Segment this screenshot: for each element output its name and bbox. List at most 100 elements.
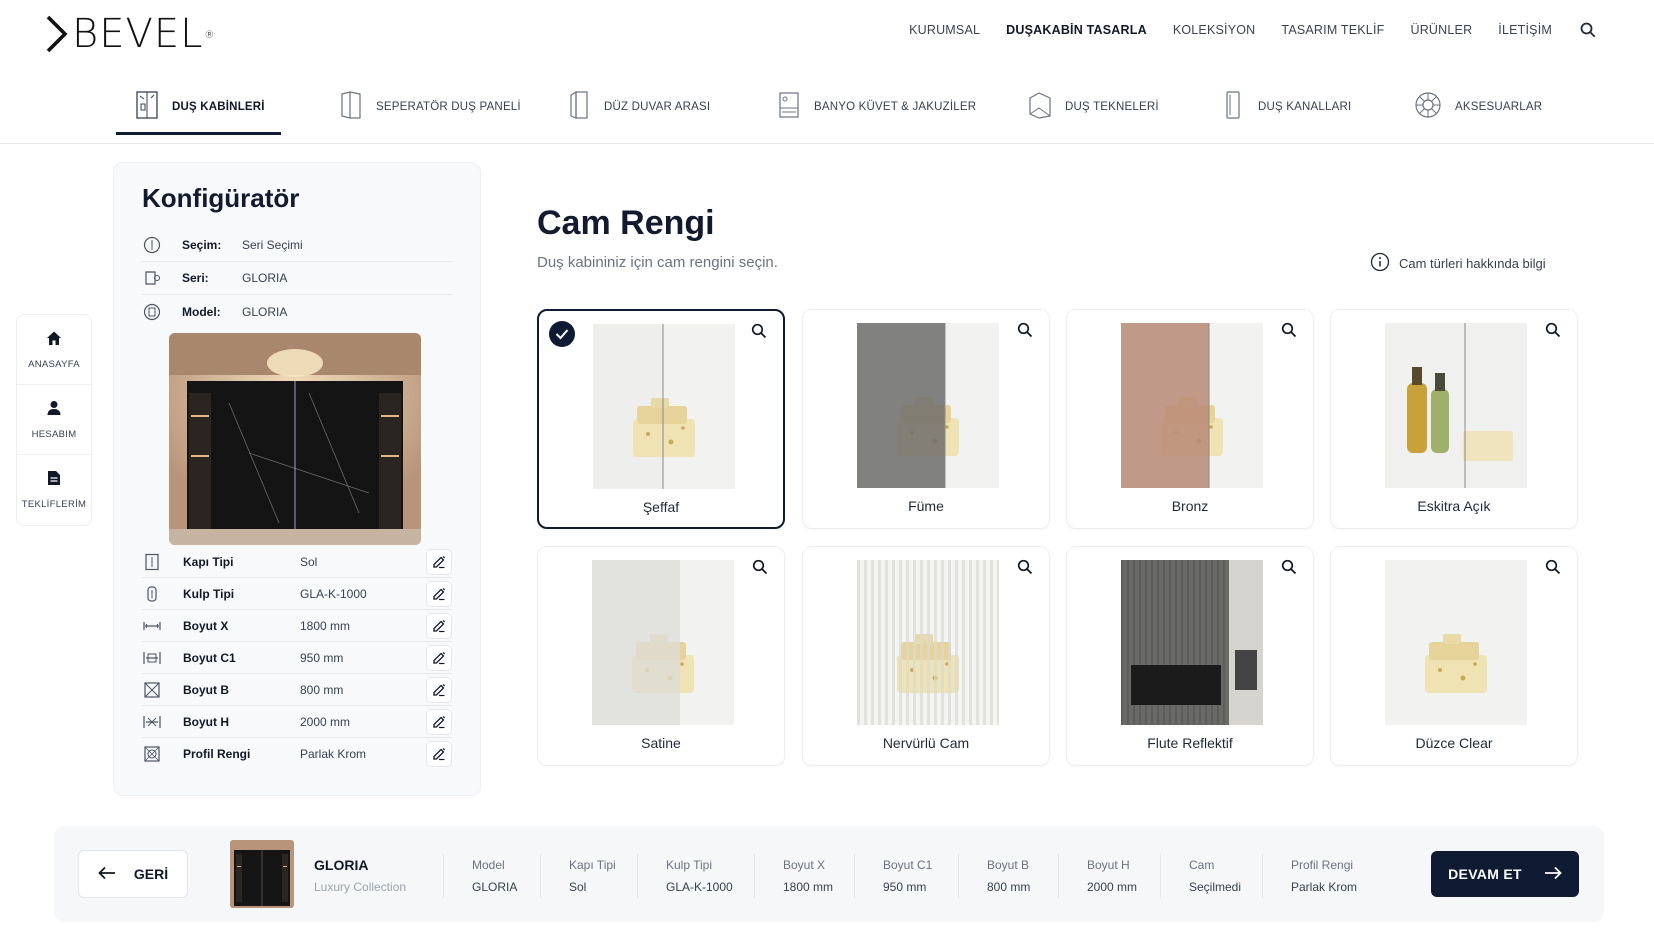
zoom-icon[interactable] (1545, 559, 1563, 577)
top-navigation: KURUMSAL DUŞAKABİN TASARLA KOLEKSİYON TA… (909, 20, 1598, 40)
dimension-x-icon (142, 616, 162, 636)
glass-preview-image (1385, 560, 1527, 725)
edit-boyut-x-button[interactable] (426, 612, 452, 639)
zoom-icon[interactable] (751, 323, 769, 341)
check-icon (549, 321, 575, 347)
summary-item: Boyut B 800 mm (958, 854, 1030, 898)
category-banyo-kuvet[interactable]: BANYO KÜVET & JAKUZİLER (776, 78, 976, 136)
series-icon (142, 268, 162, 288)
edit-boyut-b-button[interactable] (426, 676, 452, 703)
edit-icon (433, 683, 445, 696)
glass-option-label: Flute Reflektif (1147, 735, 1233, 751)
category-seperator-dus-paneli[interactable]: SEPERATÖR DUŞ PANELİ (338, 78, 521, 136)
summary-bar: GERİ GLORIA Luxury Collection Model GLORI… (54, 826, 1604, 922)
rail-hesabim[interactable]: HESABIM (17, 385, 91, 455)
edit-profil-rengi-button[interactable] (426, 741, 452, 767)
wall-niche-icon (566, 90, 592, 125)
zoom-icon[interactable] (1281, 322, 1299, 340)
edit-kulp-tipi-button[interactable] (426, 580, 452, 607)
nav-urunler[interactable]: ÜRÜNLER (1410, 23, 1472, 37)
logo-chevron-icon (46, 15, 68, 53)
configurator-title: Konfigüratör (142, 183, 300, 213)
info-row-secim: Seçim: Seri Seçimi (142, 229, 452, 262)
home-icon (46, 330, 62, 351)
door-type-icon (142, 552, 162, 572)
glass-option-satine[interactable]: Satine (537, 546, 785, 766)
glass-option-nervurlu-cam[interactable]: Nervürlü Cam (802, 546, 1050, 766)
spec-row-kapi-tipi: Kapı Tipi Sol (142, 546, 452, 578)
summary-item: Profil Rengi Parlak Krom (1262, 854, 1357, 898)
edit-boyut-h-button[interactable] (426, 708, 452, 735)
rail-anasayfa[interactable]: ANASAYFA (17, 315, 91, 385)
glass-option-label: Düzce Clear (1415, 735, 1493, 751)
zoom-icon[interactable] (1017, 559, 1035, 577)
bevel-logo[interactable]: BEVEL® (46, 14, 215, 54)
glass-preview-image (857, 560, 999, 725)
nav-tasarim-teklif[interactable]: TASARIM TEKLİF (1281, 23, 1384, 37)
bathtub-icon (776, 90, 802, 125)
series-subtitle: Luxury Collection (314, 880, 407, 894)
glass-option-fume[interactable]: Füme (802, 309, 1050, 529)
nav-kurumsal[interactable]: KURUMSAL (909, 23, 980, 37)
glass-option-duzce-clear[interactable]: Düzce Clear (1330, 546, 1578, 766)
glass-preview-image (1385, 323, 1527, 488)
summary-item: Boyut H 2000 mm (1058, 854, 1137, 898)
arrow-right-icon (1544, 866, 1562, 883)
spec-row-boyut-h: Boyut H 2000 mm (142, 706, 452, 738)
summary-item: Model GLORIA (443, 854, 517, 898)
edit-kapi-tipi-button[interactable] (426, 548, 452, 575)
glass-preview-image (857, 323, 999, 488)
profile-color-icon (142, 744, 162, 764)
category-label: DUŞ KANALLARI (1258, 101, 1352, 113)
edit-icon (433, 587, 445, 600)
side-rail: ANASAYFA HESABIM TEKLİFLERİM (16, 314, 92, 526)
glass-info-link[interactable]: Cam türleri hakkında bilgi (1370, 252, 1546, 275)
glass-option-label: Füme (908, 498, 944, 514)
back-button[interactable]: GERİ (78, 850, 188, 898)
user-icon (46, 400, 62, 421)
summary-item: Kulp Tipi GLA-K-1000 (637, 854, 733, 898)
glass-option-eskitra-acik[interactable]: Eskitra Açık (1330, 309, 1578, 529)
summary-item: Boyut X 1800 mm (754, 854, 833, 898)
edit-icon (433, 748, 445, 761)
spec-row-profil-rengi: Profil Rengi Parlak Krom (142, 738, 452, 770)
category-dus-kabinleri[interactable]: DUŞ KABİNLERİ (134, 78, 265, 136)
nav-dusakabin-tasarla[interactable]: DUŞAKABİN TASARLA (1006, 23, 1147, 37)
edit-icon (433, 555, 445, 568)
spec-row-boyut-b: Boyut B 800 mm (142, 674, 452, 706)
category-dus-kanallari[interactable]: DUŞ KANALLARI (1220, 78, 1351, 136)
category-dus-tekneleri[interactable]: DUŞ TEKNELERİ (1027, 78, 1159, 136)
configurator-panel: Konfigüratör Seçim: Seri Seçimi Seri: GL… (113, 162, 481, 796)
rail-tekliflerim[interactable]: TEKLİFLERİM (17, 455, 91, 525)
summary-item: Kapı Tipi Sol (540, 854, 616, 898)
arrow-left-icon (98, 866, 116, 883)
glass-option-label: Bronz (1171, 498, 1209, 514)
category-label: DUŞ TEKNELERİ (1065, 101, 1159, 113)
edit-boyut-c1-button[interactable] (426, 644, 452, 671)
handle-icon (142, 584, 162, 604)
edit-icon (433, 651, 445, 664)
logo-text: BEVEL® (72, 11, 216, 57)
glass-option-seffaf[interactable]: Şeffaf (537, 309, 785, 529)
zoom-icon[interactable] (752, 559, 770, 577)
search-icon[interactable] (1578, 20, 1598, 40)
category-duz-duvar-arasi[interactable]: DÜZ DUVAR ARASI (566, 78, 710, 136)
selection-icon (142, 235, 162, 255)
zoom-icon[interactable] (1017, 322, 1035, 340)
zoom-icon[interactable] (1545, 322, 1563, 340)
glass-option-flute-reflektif[interactable]: Flute Reflektif (1066, 546, 1314, 766)
zoom-icon[interactable] (1281, 559, 1299, 577)
model-preview-image (169, 333, 421, 545)
continue-button[interactable]: DEVAM ET (1431, 851, 1579, 897)
category-label: DÜZ DUVAR ARASI (604, 101, 711, 113)
glass-preview-image (593, 324, 735, 489)
glass-option-bronz[interactable]: Bronz (1066, 309, 1314, 529)
glass-preview-image (1121, 323, 1263, 488)
spec-row-boyut-c1: Boyut C1 950 mm (142, 642, 452, 674)
nav-iletisim[interactable]: İLETİŞİM (1498, 23, 1552, 37)
summary-item: Boyut C1 950 mm (854, 854, 932, 898)
separator-panel-icon (338, 90, 364, 125)
category-aksesuarlar[interactable]: AKSESUARLAR (1413, 78, 1542, 136)
nav-koleksiyon[interactable]: KOLEKSİYON (1173, 23, 1256, 37)
info-icon (1370, 252, 1390, 275)
